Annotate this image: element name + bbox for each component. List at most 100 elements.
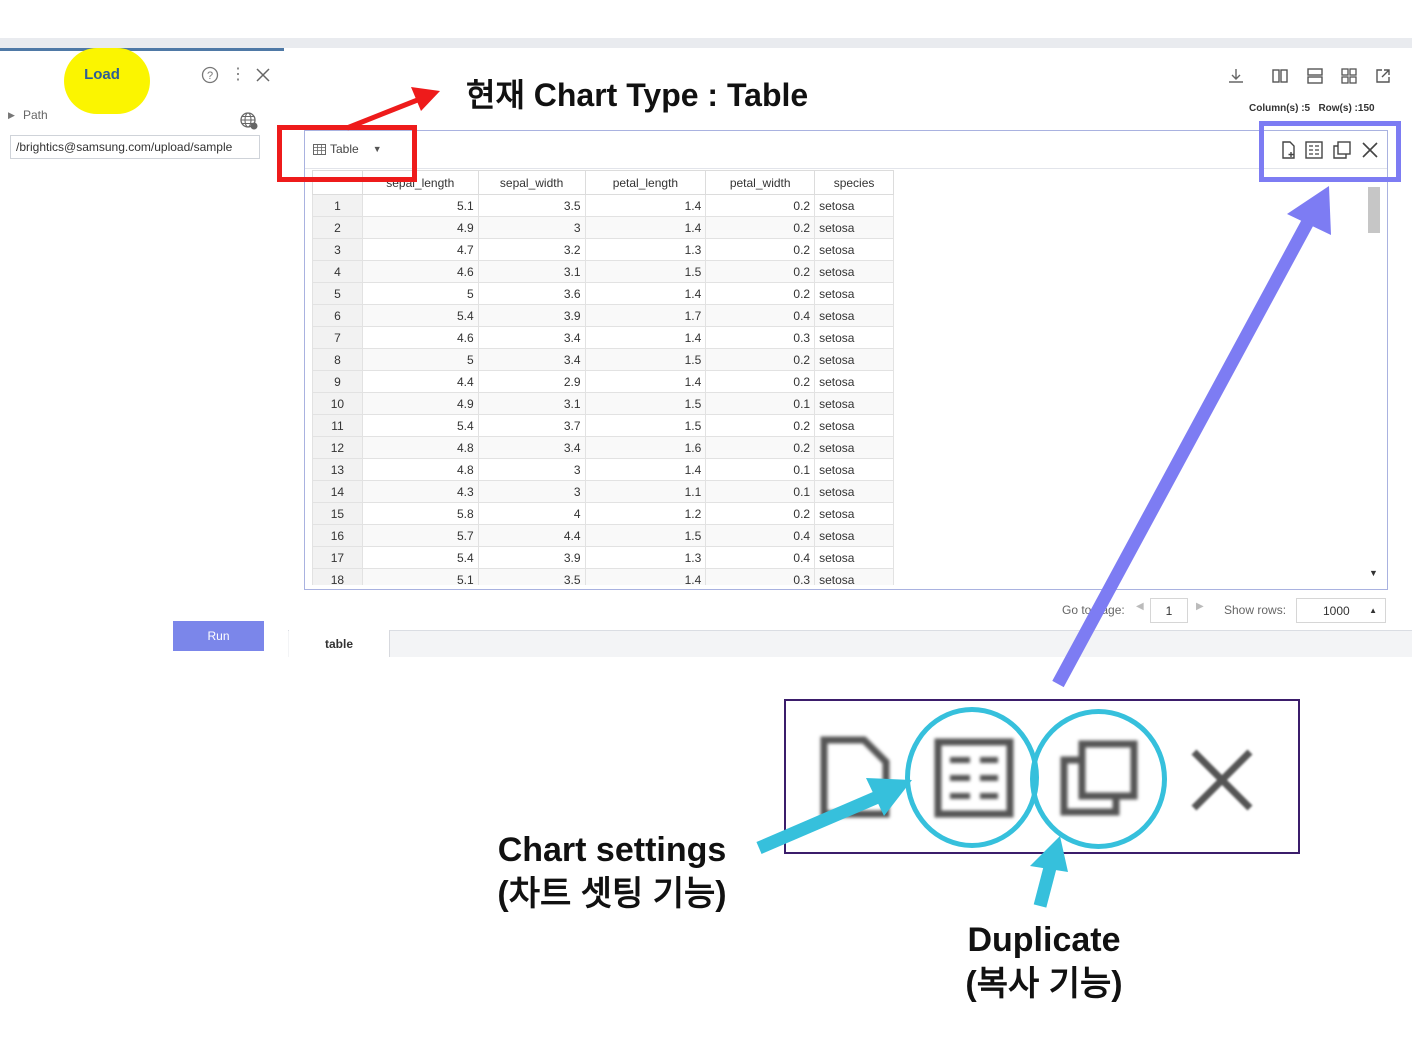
table-cell[interactable]: 1.4 [584, 282, 707, 305]
table-cell[interactable]: setosa [814, 480, 894, 503]
table-cell[interactable]: 5.7 [361, 524, 479, 547]
table-cell[interactable]: 4.4 [477, 524, 586, 547]
table-cell[interactable]: setosa [814, 458, 894, 481]
row-number-cell[interactable]: 3 [312, 238, 363, 261]
table-cell[interactable]: 3.4 [477, 326, 586, 349]
table-cell[interactable]: 3.9 [477, 546, 586, 569]
row-number-cell[interactable]: 8 [312, 348, 363, 371]
table-cell[interactable]: setosa [814, 524, 894, 547]
row-number-cell[interactable]: 5 [312, 282, 363, 305]
table-row[interactable]: 15 5.8 4 1.2 0.2 setosa [312, 502, 894, 525]
table-cell[interactable]: 4.9 [361, 216, 479, 239]
table-cell[interactable]: 0.2 [705, 238, 816, 261]
row-number-cell[interactable]: 6 [312, 304, 363, 327]
table-cell[interactable]: 3.5 [477, 194, 586, 217]
table-cell[interactable]: 0.3 [705, 326, 816, 349]
table-cell[interactable]: 5.4 [361, 304, 479, 327]
table-cell[interactable]: 1.1 [584, 480, 707, 503]
vertical-scrollbar[interactable] [1367, 185, 1381, 585]
table-row[interactable]: 7 4.6 3.4 1.4 0.3 setosa [312, 326, 894, 349]
table-cell[interactable]: 1.4 [584, 216, 707, 239]
table-row[interactable]: 5 5 3.6 1.4 0.2 setosa [312, 282, 894, 305]
table-cell[interactable]: setosa [814, 392, 894, 415]
table-cell[interactable]: 0.4 [705, 304, 816, 327]
table-cell[interactable]: 0.2 [705, 502, 816, 525]
table-cell[interactable]: setosa [814, 414, 894, 437]
table-cell[interactable]: 4.6 [361, 326, 479, 349]
table-cell[interactable]: 2.9 [477, 370, 586, 393]
table-cell[interactable]: 1.7 [584, 304, 707, 327]
table-row[interactable]: 1 5.1 3.5 1.4 0.2 setosa [312, 194, 894, 217]
table-row[interactable]: 13 4.8 3 1.4 0.1 setosa [312, 458, 894, 481]
table-cell[interactable]: 0.2 [705, 282, 816, 305]
row-number-cell[interactable]: 18 [312, 568, 363, 585]
table-cell[interactable]: 3.7 [477, 414, 586, 437]
show-rows-select[interactable]: 1000 ▲ [1296, 598, 1386, 623]
table-row[interactable]: 2 4.9 3 1.4 0.2 setosa [312, 216, 894, 239]
row-number-cell[interactable]: 14 [312, 480, 363, 503]
table-cell[interactable]: 0.2 [705, 194, 816, 217]
help-icon[interactable]: ? [201, 66, 219, 84]
row-number-cell[interactable]: 2 [312, 216, 363, 239]
table-cell[interactable]: setosa [814, 194, 894, 217]
table-row[interactable]: 14 4.3 3 1.1 0.1 setosa [312, 480, 894, 503]
scrollbar-thumb[interactable] [1368, 187, 1380, 233]
table-cell[interactable]: 0.4 [705, 546, 816, 569]
table-cell[interactable]: setosa [814, 282, 894, 305]
layout-grid-icon[interactable] [1339, 66, 1359, 86]
table-cell[interactable]: setosa [814, 370, 894, 393]
table-cell[interactable]: 1.4 [584, 568, 707, 585]
run-button[interactable]: Run [173, 621, 264, 651]
table-cell[interactable]: 0.2 [705, 216, 816, 239]
table-cell[interactable]: 1.5 [584, 524, 707, 547]
path-expand-icon[interactable]: ▶ [8, 110, 15, 121]
table-cell[interactable]: setosa [814, 326, 894, 349]
table-cell[interactable]: setosa [814, 546, 894, 569]
table-cell[interactable]: 1.3 [584, 546, 707, 569]
popout-icon[interactable] [1373, 66, 1393, 86]
table-cell[interactable]: 3.6 [477, 282, 586, 305]
table-cell[interactable]: 4.4 [361, 370, 479, 393]
table-cell[interactable]: 5.1 [361, 194, 479, 217]
table-cell[interactable]: 1.5 [584, 414, 707, 437]
table-cell[interactable]: 1.5 [584, 348, 707, 371]
row-number-cell[interactable]: 7 [312, 326, 363, 349]
table-cell[interactable]: 0.2 [705, 348, 816, 371]
row-number-cell[interactable]: 12 [312, 436, 363, 459]
table-cell[interactable]: 5.8 [361, 502, 479, 525]
table-cell[interactable]: 1.3 [584, 238, 707, 261]
table-cell[interactable]: setosa [814, 216, 894, 239]
table-cell[interactable]: 0.3 [705, 568, 816, 585]
table-cell[interactable]: 5.4 [361, 414, 479, 437]
table-cell[interactable]: 0.2 [705, 260, 816, 283]
row-number-cell[interactable]: 10 [312, 392, 363, 415]
table-row[interactable]: 10 4.9 3.1 1.5 0.1 setosa [312, 392, 894, 415]
table-cell[interactable]: setosa [814, 436, 894, 459]
column-header[interactable]: petal_width [705, 170, 816, 195]
row-number-cell[interactable]: 9 [312, 370, 363, 393]
table-cell[interactable]: 3.1 [477, 392, 586, 415]
table-cell[interactable]: 4.9 [361, 392, 479, 415]
table-cell[interactable]: setosa [814, 568, 894, 585]
table-cell[interactable]: 3 [477, 216, 586, 239]
close-icon[interactable] [254, 66, 272, 84]
table-cell[interactable]: 1.4 [584, 370, 707, 393]
row-number-cell[interactable]: 13 [312, 458, 363, 481]
table-cell[interactable]: 0.1 [705, 458, 816, 481]
table-row[interactable]: 17 5.4 3.9 1.3 0.4 setosa [312, 546, 894, 569]
table-cell[interactable]: 4 [477, 502, 586, 525]
row-number-cell[interactable]: 16 [312, 524, 363, 547]
table-row[interactable]: 8 5 3.4 1.5 0.2 setosa [312, 348, 894, 371]
table-cell[interactable]: 1.2 [584, 502, 707, 525]
table-cell[interactable]: 1.6 [584, 436, 707, 459]
table-cell[interactable]: 3.1 [477, 260, 586, 283]
table-cell[interactable]: 4.6 [361, 260, 479, 283]
table-row[interactable]: 12 4.8 3.4 1.6 0.2 setosa [312, 436, 894, 459]
previous-page-icon[interactable]: ◀ [1136, 601, 1144, 612]
table-cell[interactable]: 0.1 [705, 480, 816, 503]
row-number-cell[interactable]: 4 [312, 260, 363, 283]
table-cell[interactable]: setosa [814, 348, 894, 371]
table-row[interactable]: 11 5.4 3.7 1.5 0.2 setosa [312, 414, 894, 437]
table-cell[interactable]: 1.4 [584, 194, 707, 217]
layout-rows-icon[interactable] [1305, 66, 1325, 86]
